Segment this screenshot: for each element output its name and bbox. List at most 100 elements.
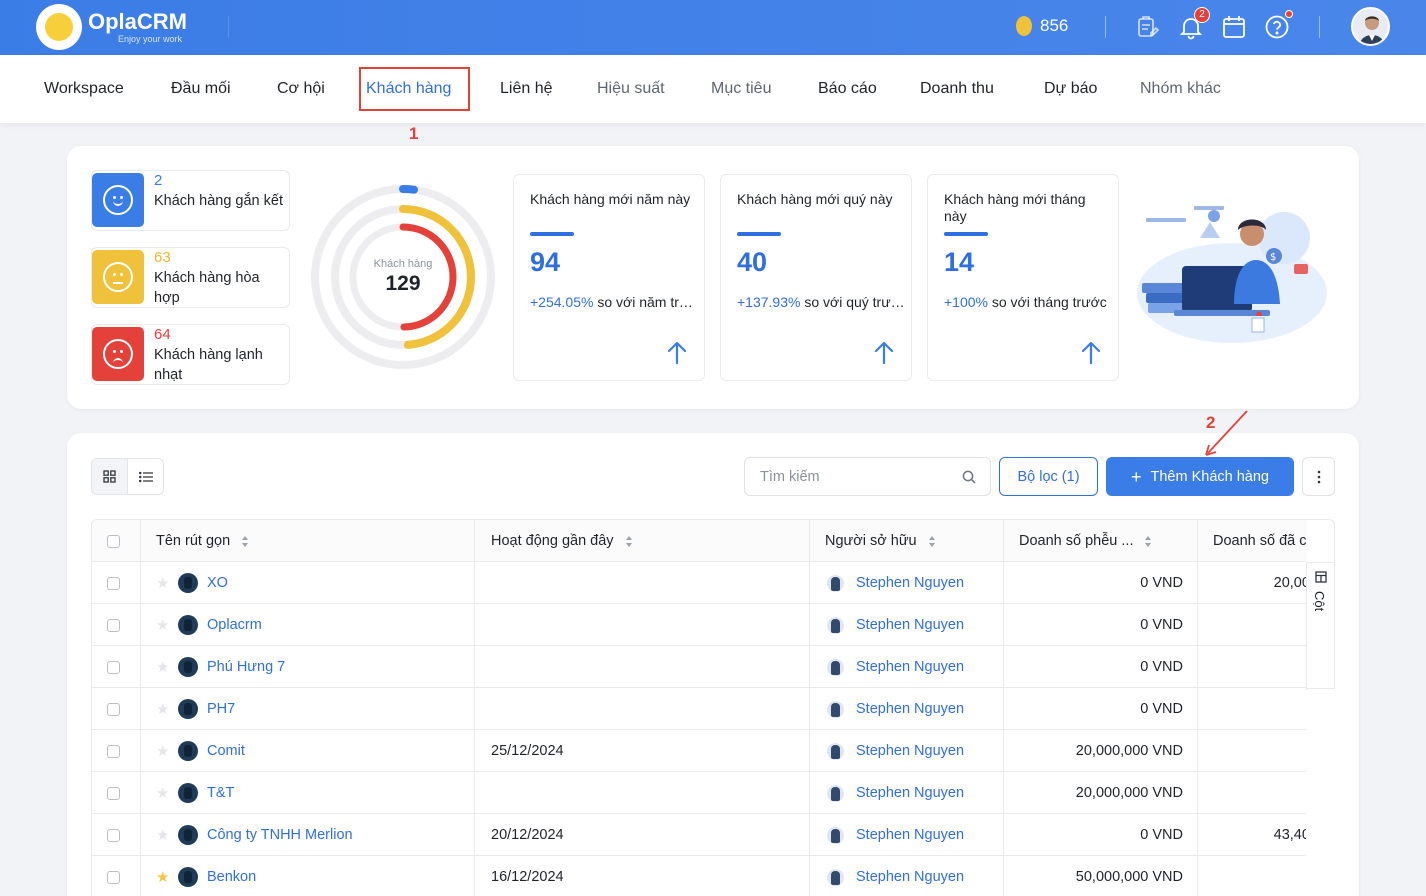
calendar-icon[interactable]	[1221, 14, 1247, 40]
help-icon[interactable]	[1264, 10, 1293, 40]
kpi-value: 94	[530, 247, 561, 277]
kpi-accent-bar	[737, 232, 781, 236]
pipeline-revenue-cell: 20,000,000 VND	[1075, 785, 1183, 801]
nav-item-nhom-khac[interactable]: Nhóm khác	[1140, 80, 1221, 98]
table-row[interactable]: ★ PH7 Stephen Nguyen 0 VND	[92, 688, 1306, 730]
customer-name-link[interactable]: Công ty TNHH Merlion	[207, 827, 353, 843]
kpi-comparison: +100% so với tháng trước	[944, 294, 1112, 310]
bell-icon[interactable]: 2	[1178, 7, 1210, 40]
won-revenue-cell	[1198, 688, 1306, 730]
customer-table: Tên rút gọn Hoạt động gần đây Người sở h…	[91, 519, 1306, 896]
nav-item-doanh-thu[interactable]: Doanh thu	[920, 80, 994, 98]
list-view-button[interactable]	[128, 459, 163, 494]
clipboard-icon[interactable]	[1134, 14, 1160, 40]
segment-label: Khách hàng lạnh nhạt	[154, 347, 263, 383]
owner-name-link[interactable]: Stephen Nguyen	[856, 869, 964, 885]
column-header-pipeline-revenue[interactable]: Doanh số phễu ...	[1019, 520, 1152, 562]
customer-name-link[interactable]: Phú Hưng 7	[207, 659, 285, 675]
owner-avatar	[827, 616, 844, 634]
segment-engaged[interactable]: 2 Khách hàng gắn kết	[91, 170, 290, 231]
star-icon[interactable]: ★	[156, 784, 172, 802]
add-customer-button[interactable]: + Thêm Khách hàng	[1106, 457, 1294, 496]
owner-name-link[interactable]: Stephen Nguyen	[856, 701, 964, 717]
row-checkbox[interactable]	[107, 604, 120, 646]
owner-name-link[interactable]: Stephen Nguyen	[856, 743, 964, 759]
select-all-checkbox[interactable]	[107, 520, 120, 562]
columns-label: Cột	[1312, 591, 1327, 612]
column-header-activity[interactable]: Hoạt động gần đây	[491, 520, 633, 562]
search-input[interactable]	[745, 458, 955, 495]
owner-name-link[interactable]: Stephen Nguyen	[856, 827, 964, 843]
table-row[interactable]: ★ Benkon 16/12/2024 Stephen Nguyen 50,000,00…	[92, 856, 1306, 896]
search-icon[interactable]	[962, 470, 976, 484]
nav-item-du-bao[interactable]: Dự báo	[1044, 80, 1097, 98]
kpi-value: 14	[944, 247, 975, 277]
star-icon[interactable]: ★	[156, 868, 172, 886]
nav-item-co-hoi[interactable]: Cơ hội	[277, 80, 325, 98]
grid-view-button[interactable]	[92, 459, 128, 494]
row-checkbox[interactable]	[107, 814, 120, 856]
nav-item-workspace[interactable]: Workspace	[44, 80, 124, 98]
customer-name-link[interactable]: Oplacrm	[207, 617, 262, 633]
segment-count: 64	[154, 326, 171, 343]
sort-icon	[242, 535, 249, 547]
won-revenue-cell	[1198, 604, 1306, 646]
pipeline-revenue-cell: 0 VND	[1140, 827, 1183, 843]
nav-item-bao-cao[interactable]: Báo cáo	[818, 80, 877, 98]
table-row[interactable]: ★ Comit 25/12/2024 Stephen Nguyen 20,000,000…	[92, 730, 1306, 772]
segment-harmonious[interactable]: 63 Khách hàng hòa hợp	[91, 247, 290, 308]
nav-item-muc-tieu[interactable]: Mục tiêu	[711, 80, 771, 98]
star-icon[interactable]: ★	[156, 742, 172, 760]
more-options-button[interactable]	[1302, 457, 1335, 496]
user-avatar[interactable]	[1351, 7, 1390, 46]
customer-name-link[interactable]: XO	[207, 575, 228, 591]
customer-logo	[178, 699, 198, 719]
nav-item-khach-hang[interactable]: Khách hàng	[366, 80, 451, 98]
owner-name-link[interactable]: Stephen Nguyen	[856, 659, 964, 675]
nav-item-lien-he[interactable]: Liên hệ	[500, 80, 553, 98]
table-row[interactable]: ★ Phú Hưng 7 Stephen Nguyen 0 VND	[92, 646, 1306, 688]
owner-cell: Stephen Nguyen	[827, 772, 964, 814]
row-checkbox[interactable]	[107, 772, 120, 814]
star-icon[interactable]: ★	[156, 700, 172, 718]
nav-item-dau-moi[interactable]: Đầu mối	[171, 80, 231, 98]
table-row[interactable]: ★ Oplacrm Stephen Nguyen 0 VND	[92, 604, 1306, 646]
won-revenue-cell	[1198, 772, 1306, 814]
column-header-name[interactable]: Tên rút gọn	[156, 520, 249, 562]
row-checkbox[interactable]	[107, 646, 120, 688]
customer-name-cell: ★ Công ty TNHH Merlion	[156, 814, 353, 856]
column-header-owner[interactable]: Người sở hữu	[825, 520, 936, 562]
recent-activity-cell: 20/12/2024	[491, 827, 564, 843]
star-icon[interactable]: ★	[156, 574, 172, 592]
annotation-step-1: 1	[409, 124, 419, 143]
column-settings-panel[interactable]: Cột	[1306, 519, 1335, 690]
owner-cell: Stephen Nguyen	[827, 646, 964, 688]
customer-name-link[interactable]: Comit	[207, 743, 245, 759]
app-logo[interactable]: OplaCRM Enjoy your work	[36, 4, 187, 50]
pipeline-revenue-cell: 0 VND	[1140, 617, 1183, 633]
star-icon[interactable]: ★	[156, 658, 172, 676]
row-checkbox[interactable]	[107, 562, 120, 604]
row-checkbox[interactable]	[107, 856, 120, 896]
filter-button[interactable]: Bộ lọc (1)	[999, 457, 1098, 496]
won-revenue-cell	[1198, 856, 1306, 896]
owner-name-link[interactable]: Stephen Nguyen	[856, 617, 964, 633]
customer-name-link[interactable]: Benkon	[207, 869, 256, 885]
row-checkbox[interactable]	[107, 688, 120, 730]
table-row[interactable]: ★ XO Stephen Nguyen 0 VND 20,000	[92, 562, 1306, 604]
customer-name-link[interactable]: PH7	[207, 701, 235, 717]
nav-item-hieu-suat[interactable]: Hiệu suất	[597, 80, 665, 98]
recent-activity-cell: 16/12/2024	[491, 869, 564, 885]
star-icon[interactable]: ★	[156, 616, 172, 634]
customer-name-link[interactable]: T&T	[207, 785, 234, 801]
owner-name-link[interactable]: Stephen Nguyen	[856, 785, 964, 801]
row-checkbox[interactable]	[107, 730, 120, 772]
column-header-won-revenue[interactable]: Doanh số đã c	[1213, 520, 1306, 562]
table-row[interactable]: ★ Công ty TNHH Merlion 20/12/2024 Stephen N…	[92, 814, 1306, 856]
table-row[interactable]: ★ T&T Stephen Nguyen 20,000,000 VND	[92, 772, 1306, 814]
segment-cold[interactable]: 64 Khách hàng lạnh nhạt	[91, 324, 290, 385]
star-icon[interactable]: ★	[156, 826, 172, 844]
pipeline-revenue-cell: 0 VND	[1140, 575, 1183, 591]
owner-name-link[interactable]: Stephen Nguyen	[856, 575, 964, 591]
coin-balance[interactable]: 856	[1016, 16, 1068, 36]
